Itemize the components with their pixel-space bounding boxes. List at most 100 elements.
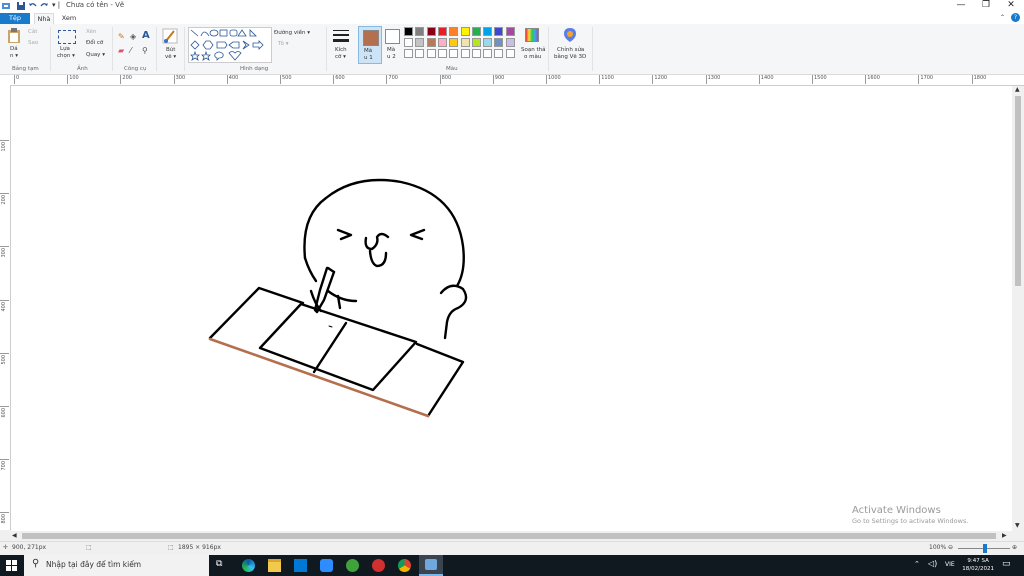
scroll-left-icon[interactable]: ◀ xyxy=(12,532,17,539)
size-label[interactable]: Kích xyxy=(335,47,347,53)
palette-swatch[interactable] xyxy=(505,38,515,47)
crop-button[interactable]: Xén xyxy=(86,29,96,35)
palette-swatch[interactable] xyxy=(437,49,447,58)
tab-view[interactable]: Xem xyxy=(58,13,80,24)
rotate-button[interactable]: Quay ▾ xyxy=(86,52,105,58)
color1-button[interactable]: Mà u 1 xyxy=(358,26,382,64)
palette-swatch[interactable] xyxy=(460,49,470,58)
color-picker-icon[interactable]: ⁄ xyxy=(130,46,131,55)
palette-swatch[interactable] xyxy=(460,38,470,47)
palette-swatch[interactable] xyxy=(494,49,504,58)
palette-swatch[interactable] xyxy=(415,38,425,47)
cut-button[interactable]: Cắt xyxy=(28,29,37,35)
color2-button[interactable]: Mà u 2 xyxy=(382,26,402,62)
palette-swatch[interactable] xyxy=(483,49,493,58)
eraser-icon[interactable]: ▰ xyxy=(118,46,124,55)
palette-swatch[interactable] xyxy=(494,27,504,36)
file-explorer-icon[interactable] xyxy=(268,559,281,572)
select-icon[interactable] xyxy=(58,30,76,44)
pencil-icon[interactable]: ✎ xyxy=(118,32,125,41)
minimize-button[interactable]: — xyxy=(950,0,972,12)
redo-icon[interactable] xyxy=(40,2,48,10)
mail-icon[interactable] xyxy=(294,559,307,572)
collapse-ribbon-icon[interactable]: ⌃ xyxy=(1000,14,1005,21)
scroll-right-icon[interactable]: ▶ xyxy=(1002,532,1007,539)
shapes-gallery[interactable] xyxy=(188,27,272,63)
palette-swatch[interactable] xyxy=(426,49,436,58)
palette-swatch[interactable] xyxy=(449,38,459,47)
vertical-scrollbar[interactable]: ▲ ▼ xyxy=(1013,86,1024,531)
taskbar-clock[interactable]: 9:47 SA 18/02/2021 xyxy=(962,557,994,573)
palette-swatch[interactable] xyxy=(437,38,447,47)
palette-swatch[interactable] xyxy=(404,27,413,36)
notifications-icon[interactable]: ▭ xyxy=(1002,559,1011,569)
palette-swatch[interactable] xyxy=(415,49,425,58)
paste-dropdown-label[interactable]: n ▾ xyxy=(10,53,18,59)
palette-swatch[interactable] xyxy=(483,27,493,36)
fill-dropdown[interactable]: Tô ▾ xyxy=(278,41,289,47)
scroll-up-icon[interactable]: ▲ xyxy=(1015,86,1020,93)
language-indicator[interactable]: VIE xyxy=(945,561,955,568)
taskbar-search[interactable]: ⚲ Nhập tại đây để tìm kiếm xyxy=(24,555,209,576)
copy-button[interactable]: Sao xyxy=(28,40,38,46)
vertical-scroll-thumb[interactable] xyxy=(1015,96,1021,286)
quick-access-dropdown-icon[interactable]: ▾ | xyxy=(52,1,60,9)
zoom-in-icon[interactable]: ⊕ xyxy=(1012,544,1017,551)
magnifier-icon[interactable]: ⚲ xyxy=(142,46,148,55)
select-label[interactable]: Lựa xyxy=(60,46,70,52)
paste-label[interactable]: Dá xyxy=(10,46,18,52)
palette-swatch[interactable] xyxy=(404,49,413,58)
scroll-down-icon[interactable]: ▼ xyxy=(1015,522,1020,529)
brushes-label[interactable]: Bút xyxy=(166,47,175,53)
palette-swatch[interactable] xyxy=(505,49,515,58)
task-view-icon[interactable]: ⧉ xyxy=(216,559,229,572)
paste-icon[interactable] xyxy=(8,28,20,43)
size-dropdown-label[interactable]: cỡ ▾ xyxy=(335,54,346,60)
windows-start-icon[interactable] xyxy=(6,560,17,571)
brush-icon[interactable] xyxy=(162,28,178,44)
fill-icon[interactable]: ◈ xyxy=(130,32,136,41)
chrome-icon[interactable] xyxy=(398,559,411,572)
edit-colors-icon[interactable] xyxy=(525,28,539,42)
opera-icon[interactable] xyxy=(372,559,385,572)
palette-swatch[interactable] xyxy=(449,49,459,58)
palette-swatch[interactable] xyxy=(471,27,481,36)
palette-swatch[interactable] xyxy=(483,38,493,47)
horizontal-scroll-thumb[interactable] xyxy=(22,533,996,539)
zoom-out-icon[interactable]: ⊖ xyxy=(948,544,953,551)
help-icon[interactable]: ? xyxy=(1011,13,1020,22)
palette-swatch[interactable] xyxy=(449,27,459,36)
palette-swatch[interactable] xyxy=(426,27,436,36)
palette-swatch[interactable] xyxy=(460,27,470,36)
game-app-icon[interactable] xyxy=(346,559,359,572)
tab-file[interactable]: Tệp xyxy=(0,13,30,24)
palette-swatch[interactable] xyxy=(471,49,481,58)
select-dropdown-label[interactable]: chọn ▾ xyxy=(57,53,75,59)
brushes-dropdown-label[interactable]: vẽ ▾ xyxy=(165,54,176,60)
size-icon[interactable] xyxy=(333,28,349,44)
undo-icon[interactable] xyxy=(29,2,37,10)
paint-taskbar-button[interactable] xyxy=(419,555,443,576)
paint-3d-icon[interactable] xyxy=(563,27,577,43)
drawing-canvas[interactable] xyxy=(11,86,1012,531)
text-icon[interactable]: A xyxy=(142,30,150,41)
paint-3d-label-2[interactable]: bằng Vẽ 3D xyxy=(554,54,586,60)
volume-icon[interactable]: ◁) xyxy=(928,559,937,568)
palette-swatch[interactable] xyxy=(404,38,413,47)
paint-3d-label[interactable]: Chỉnh sửa xyxy=(557,47,584,53)
palette-swatch[interactable] xyxy=(505,27,515,36)
edit-colors-label[interactable]: Soạn thả xyxy=(521,47,545,53)
palette-swatch[interactable] xyxy=(471,38,481,47)
tray-chevron-icon[interactable]: ⌃ xyxy=(914,560,920,568)
palette-swatch[interactable] xyxy=(437,27,447,36)
zoom-app-icon[interactable] xyxy=(320,559,333,572)
zoom-slider-thumb[interactable] xyxy=(983,544,987,553)
resize-button[interactable]: Đổi cỡ xyxy=(86,40,103,46)
palette-swatch[interactable] xyxy=(426,38,436,47)
palette-swatch[interactable] xyxy=(494,38,504,47)
close-button[interactable]: ✕ xyxy=(1000,0,1022,12)
maximize-button[interactable]: ❐ xyxy=(975,0,997,12)
outline-dropdown[interactable]: Đường viền ▾ xyxy=(274,30,310,36)
edit-colors-label-2[interactable]: o màu xyxy=(524,54,541,60)
edge-icon[interactable] xyxy=(242,559,255,572)
